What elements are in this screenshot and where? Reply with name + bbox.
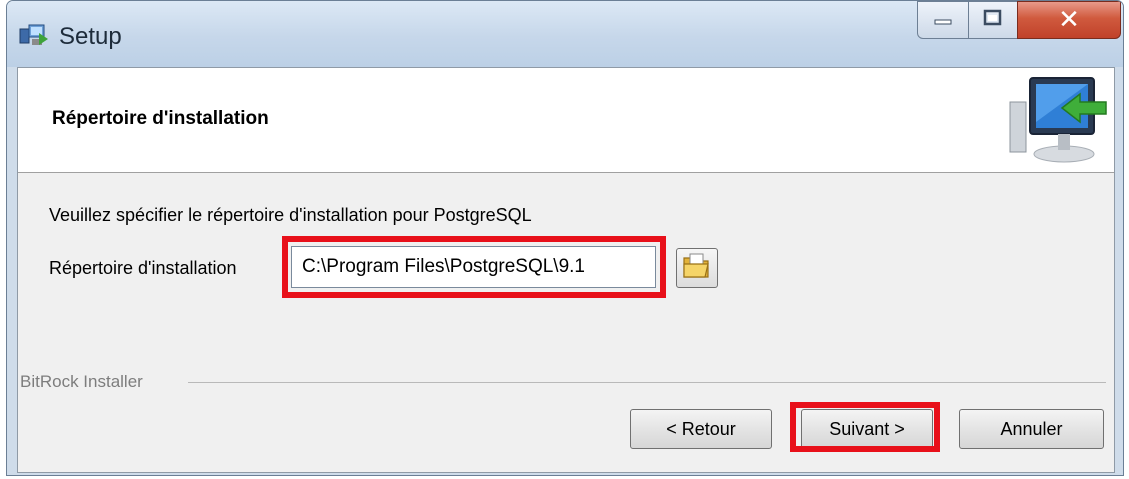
window-title: Setup — [59, 23, 122, 50]
close-icon: ✕ — [1058, 5, 1080, 35]
close-button[interactable]: ✕ — [1017, 1, 1121, 39]
setup-window: Setup ✕ Répertoire d'installation Veuill… — [6, 0, 1124, 476]
computer-install-arrow-icon — [1002, 72, 1110, 168]
minimize-button[interactable] — [917, 1, 969, 39]
dialog-body: Répertoire d'installation Veuillez spéci… — [17, 67, 1115, 473]
next-highlight-box — [790, 402, 940, 452]
browse-button[interactable] — [676, 248, 718, 288]
header-panel: Répertoire d'installation — [18, 68, 1114, 173]
title-bar[interactable]: Setup ✕ — [7, 1, 1123, 67]
installer-brand-label: BitRock Installer — [20, 372, 143, 391]
cancel-button[interactable]: Annuler — [959, 409, 1104, 449]
instruction-text: Veuillez spécifier le répertoire d'insta… — [49, 205, 532, 225]
back-button[interactable]: < Retour — [630, 409, 772, 449]
maximize-icon — [983, 9, 1003, 32]
minimize-icon — [933, 11, 953, 30]
input-highlight-box — [282, 236, 666, 298]
page-title: Répertoire d'installation — [52, 108, 269, 129]
install-dir-label: Répertoire d'installation — [49, 258, 237, 278]
setup-app-icon — [19, 23, 49, 49]
footer-separator — [188, 382, 1106, 383]
open-folder-icon — [682, 252, 712, 285]
maximize-button[interactable] — [968, 1, 1018, 39]
